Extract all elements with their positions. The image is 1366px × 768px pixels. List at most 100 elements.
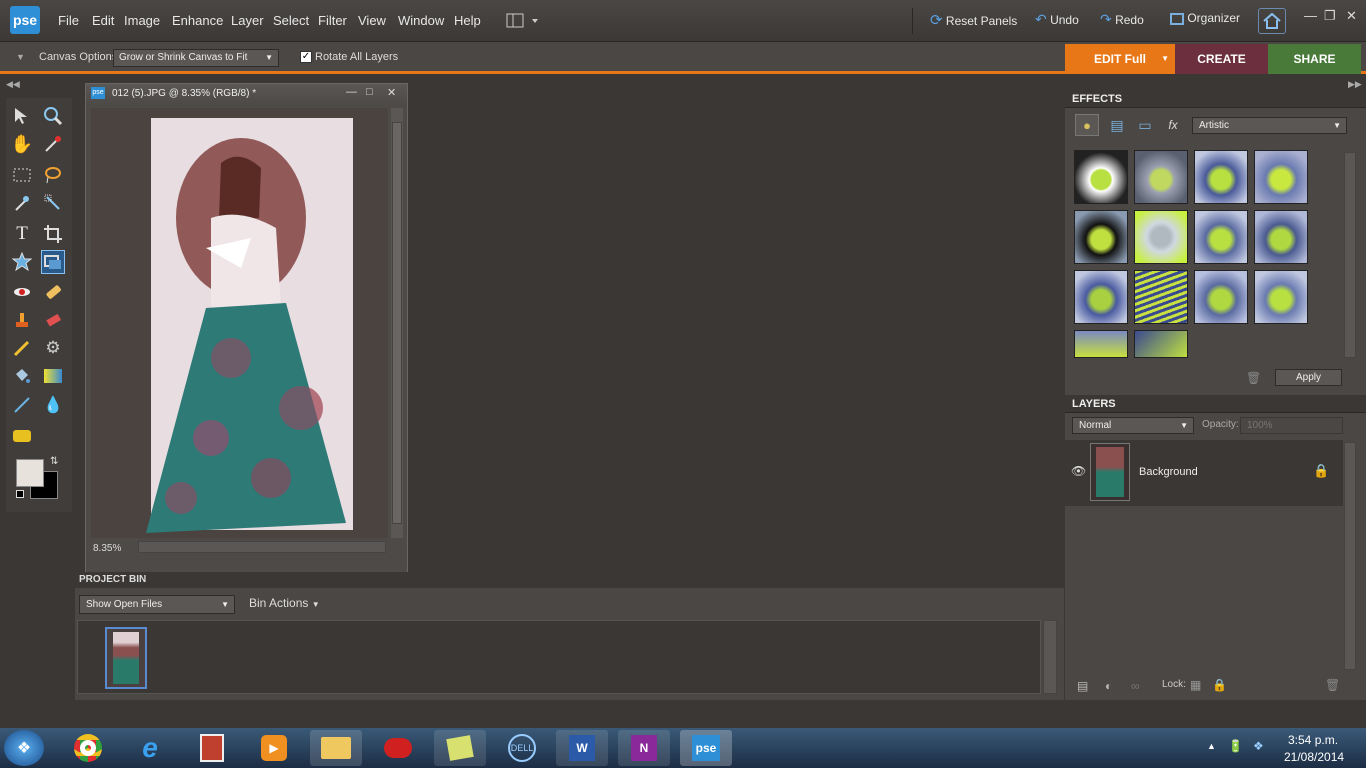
menu-help[interactable]: Help [454, 13, 481, 28]
red-eye-tool-icon[interactable] [10, 280, 34, 304]
app-icon[interactable] [186, 730, 238, 766]
home-button[interactable] [1258, 8, 1286, 34]
show-hidden-icons[interactable]: ▲ [1207, 741, 1216, 751]
show-open-files-select[interactable]: Show Open Files ▼ [79, 595, 235, 614]
trash-icon[interactable]: 🗑 [1246, 371, 1261, 385]
smart-brush-tool-icon[interactable]: ⚙ [41, 336, 65, 360]
effect-thumbnail[interactable] [1074, 210, 1128, 264]
swap-colors-icon[interactable]: ⇅ [50, 456, 58, 467]
lock-transparent-icon[interactable]: ▦ [1190, 678, 1201, 692]
menu-image[interactable]: Image [124, 13, 160, 28]
apply-effect-button[interactable]: Apply [1275, 369, 1342, 386]
blend-mode-select[interactable]: Normal ▼ [1072, 417, 1194, 434]
doc-horizontal-scrollbar[interactable] [138, 541, 386, 553]
options-menu-icon[interactable]: ▼ [16, 52, 25, 62]
collapse-right-icon[interactable]: ▶▶ [1348, 79, 1362, 90]
media-player-icon[interactable]: ▶ [248, 730, 300, 766]
organizer-button[interactable]: Organizer [1170, 11, 1240, 25]
marquee-tool-icon[interactable] [10, 163, 34, 187]
undo-button[interactable]: ↶ Undo [1035, 11, 1079, 28]
tab-share[interactable]: SHARE [1268, 44, 1361, 74]
menu-filter[interactable]: Filter [318, 13, 347, 28]
sponge-tool-icon[interactable] [10, 424, 34, 448]
lock-all-icon[interactable]: 🔒 [1212, 678, 1227, 692]
effects-category-select[interactable]: Artistic ▼ [1192, 117, 1347, 134]
menu-file[interactable]: File [58, 13, 79, 28]
paint-bucket-tool-icon[interactable] [10, 364, 34, 388]
layout-dropdown[interactable] [506, 12, 542, 30]
clone-stamp-tool-icon[interactable] [10, 308, 34, 332]
layer-row-background[interactable]: 👁 Background 🔒 [1065, 440, 1343, 506]
effect-thumbnail[interactable] [1194, 150, 1248, 204]
menu-enhance[interactable]: Enhance [172, 13, 223, 28]
opacity-field[interactable]: 100% [1240, 417, 1343, 434]
hand-tool-icon[interactable]: ✋ [10, 132, 34, 156]
bin-actions-menu[interactable]: Bin Actions ▼ [249, 596, 320, 610]
eraser-tool-icon[interactable] [41, 308, 65, 332]
default-colors-icon[interactable] [16, 490, 24, 498]
menu-view[interactable]: View [358, 13, 386, 28]
type-tool-icon[interactable]: T [10, 222, 34, 246]
effect-thumbnail[interactable] [1074, 270, 1128, 324]
doc-close-icon[interactable]: ✕ [387, 86, 396, 99]
restore-icon[interactable]: ❐ [1324, 8, 1336, 24]
blur-tool-icon[interactable]: 💧 [41, 393, 65, 417]
menu-layer[interactable]: Layer [231, 13, 264, 28]
eyedropper-tool-icon[interactable] [41, 132, 65, 156]
bin-scrollbar[interactable] [1043, 620, 1057, 694]
effect-thumbnail[interactable] [1194, 270, 1248, 324]
cookie-cutter-tool-icon[interactable] [10, 250, 34, 274]
effect-thumbnail[interactable] [1134, 150, 1188, 204]
effect-thumbnail[interactable] [1134, 270, 1188, 324]
project-bin-header[interactable]: PROJECT BIN [75, 572, 1064, 588]
layers-panel-header[interactable]: LAYERS [1065, 395, 1366, 413]
move-tool-icon[interactable] [10, 104, 34, 128]
chrome-icon[interactable] [62, 730, 114, 766]
filters-icon[interactable]: ● [1075, 114, 1099, 136]
pse-taskbar-icon[interactable]: pse [680, 730, 732, 766]
internet-explorer-icon[interactable]: e [124, 730, 176, 766]
line-tool-icon[interactable] [10, 393, 34, 417]
effects-panel-header[interactable]: EFFECTS [1065, 90, 1366, 108]
layers-scrollbar[interactable] [1344, 442, 1356, 670]
effect-thumbnail[interactable] [1074, 330, 1128, 358]
redo-button[interactable]: ↷ Redo [1100, 11, 1144, 28]
link-layers-icon[interactable]: ∞ [1131, 679, 1140, 693]
onenote-icon[interactable]: N [618, 730, 670, 766]
quick-selection-tool-icon[interactable] [41, 191, 65, 215]
document-canvas[interactable] [91, 108, 388, 538]
effect-thumbnail[interactable] [1134, 210, 1188, 264]
reset-panels-button[interactable]: ⟳ Reset Panels [930, 11, 1017, 29]
effect-thumbnail[interactable] [1134, 330, 1188, 358]
clock-time[interactable]: 3:54 p.m. [1288, 733, 1338, 747]
zoom-tool-icon[interactable] [41, 104, 65, 128]
menu-window[interactable]: Window [398, 13, 444, 28]
adjustment-layer-icon[interactable]: ◐ [1105, 679, 1112, 693]
tab-create[interactable]: CREATE [1175, 44, 1268, 74]
photo-effects-icon[interactable]: ▭ [1133, 114, 1157, 136]
crop-tool-icon[interactable] [41, 222, 65, 246]
doc-vertical-scrollbar[interactable] [391, 108, 403, 538]
effect-thumbnail[interactable] [1254, 210, 1308, 264]
straighten-tool-icon[interactable] [41, 250, 65, 274]
tab-edit-full[interactable]: EDIT Full ▼ [1065, 44, 1175, 74]
collapse-left-icon[interactable]: ◀◀ [6, 79, 20, 90]
effect-thumbnail[interactable] [1254, 150, 1308, 204]
close-icon[interactable]: ✕ [1346, 8, 1357, 24]
dell-icon[interactable]: DELL [496, 730, 548, 766]
rotate-all-checkbox[interactable]: ✓ [300, 51, 312, 63]
layer-styles-icon[interactable]: ▤ [1105, 114, 1129, 136]
doc-vscroll-thumb[interactable] [392, 122, 402, 524]
lasso-tool-icon[interactable] [41, 163, 65, 187]
dropbox-icon[interactable]: ❖ [1253, 739, 1264, 753]
effect-thumbnail[interactable] [1074, 150, 1128, 204]
doc-maximize-icon[interactable]: □ [366, 86, 373, 98]
visibility-eye-icon[interactable]: 👁 [1071, 464, 1086, 478]
healing-brush-tool-icon[interactable] [41, 280, 65, 304]
effects-scrollbar[interactable] [1344, 152, 1356, 358]
pencil-tool-icon[interactable] [10, 336, 34, 360]
menu-select[interactable]: Select [273, 13, 309, 28]
game-icon[interactable] [372, 730, 424, 766]
effect-thumbnail[interactable] [1254, 270, 1308, 324]
effect-thumbnail[interactable] [1194, 210, 1248, 264]
